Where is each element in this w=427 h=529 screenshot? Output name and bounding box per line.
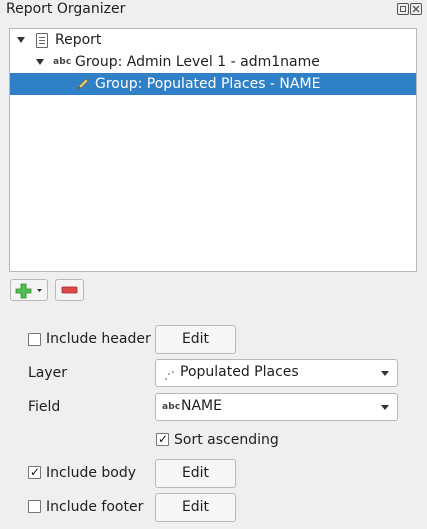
tree-item-label: Group: Admin Level 1 - adm1name	[75, 54, 320, 70]
dropdown-arrow-icon	[381, 405, 389, 410]
report-document-icon	[36, 33, 48, 48]
minus-icon	[61, 286, 78, 294]
field-combobox[interactable]: abc NAME	[155, 393, 398, 421]
layer-combobox[interactable]: Populated Places	[155, 359, 398, 387]
include-body-checkbox[interactable]: ✓	[28, 465, 41, 479]
include-footer-checkbox[interactable]	[28, 500, 41, 513]
abc-field-icon: abc	[162, 402, 181, 412]
include-header-checkbox[interactable]	[28, 333, 41, 346]
field-value: NAME	[181, 398, 222, 414]
layer-value: Populated Places	[180, 364, 299, 380]
checkmark-icon: ✓	[30, 465, 41, 479]
tree-item-label: Report	[55, 32, 102, 48]
expand-arrow-icon[interactable]	[36, 59, 44, 65]
tree-item-label: Group: Populated Places - NAME	[95, 76, 321, 92]
expand-arrow-icon[interactable]	[17, 37, 25, 43]
pencil-icon	[75, 76, 91, 92]
edit-header-button[interactable]: Edit	[155, 325, 236, 354]
include-footer-label: Include footer	[46, 499, 144, 515]
sort-ascending-checkbox[interactable]: ✓	[156, 432, 169, 446]
tree-item-report[interactable]: Report	[10, 29, 416, 51]
sort-ascending-label: Sort ascending	[174, 432, 279, 448]
plus-icon	[15, 283, 32, 299]
float-panel-icon[interactable]	[397, 3, 409, 15]
dropdown-arrow-icon	[381, 371, 389, 376]
add-section-button[interactable]	[10, 279, 48, 301]
panel-title: Report Organizer	[6, 1, 126, 17]
edit-body-button[interactable]: Edit	[155, 459, 236, 488]
close-icon[interactable]	[410, 3, 422, 15]
abc-field-icon: abc	[53, 57, 72, 67]
dropdown-arrow-icon	[37, 289, 42, 292]
edit-footer-button[interactable]: Edit	[155, 493, 236, 522]
include-header-label: Include header	[46, 331, 151, 347]
field-label: Field	[28, 399, 61, 415]
checkmark-icon: ✓	[158, 432, 169, 446]
remove-section-button[interactable]	[55, 279, 84, 301]
include-body-label: Include body	[46, 465, 137, 481]
tree-item-group-admin[interactable]: abc Group: Admin Level 1 - adm1name	[10, 51, 416, 73]
report-tree[interactable]: Report abc Group: Admin Level 1 - adm1na…	[9, 28, 417, 272]
tree-item-group-populated[interactable]: Group: Populated Places - NAME	[10, 73, 416, 95]
layer-label: Layer	[28, 365, 68, 381]
point-layer-icon	[163, 366, 175, 380]
